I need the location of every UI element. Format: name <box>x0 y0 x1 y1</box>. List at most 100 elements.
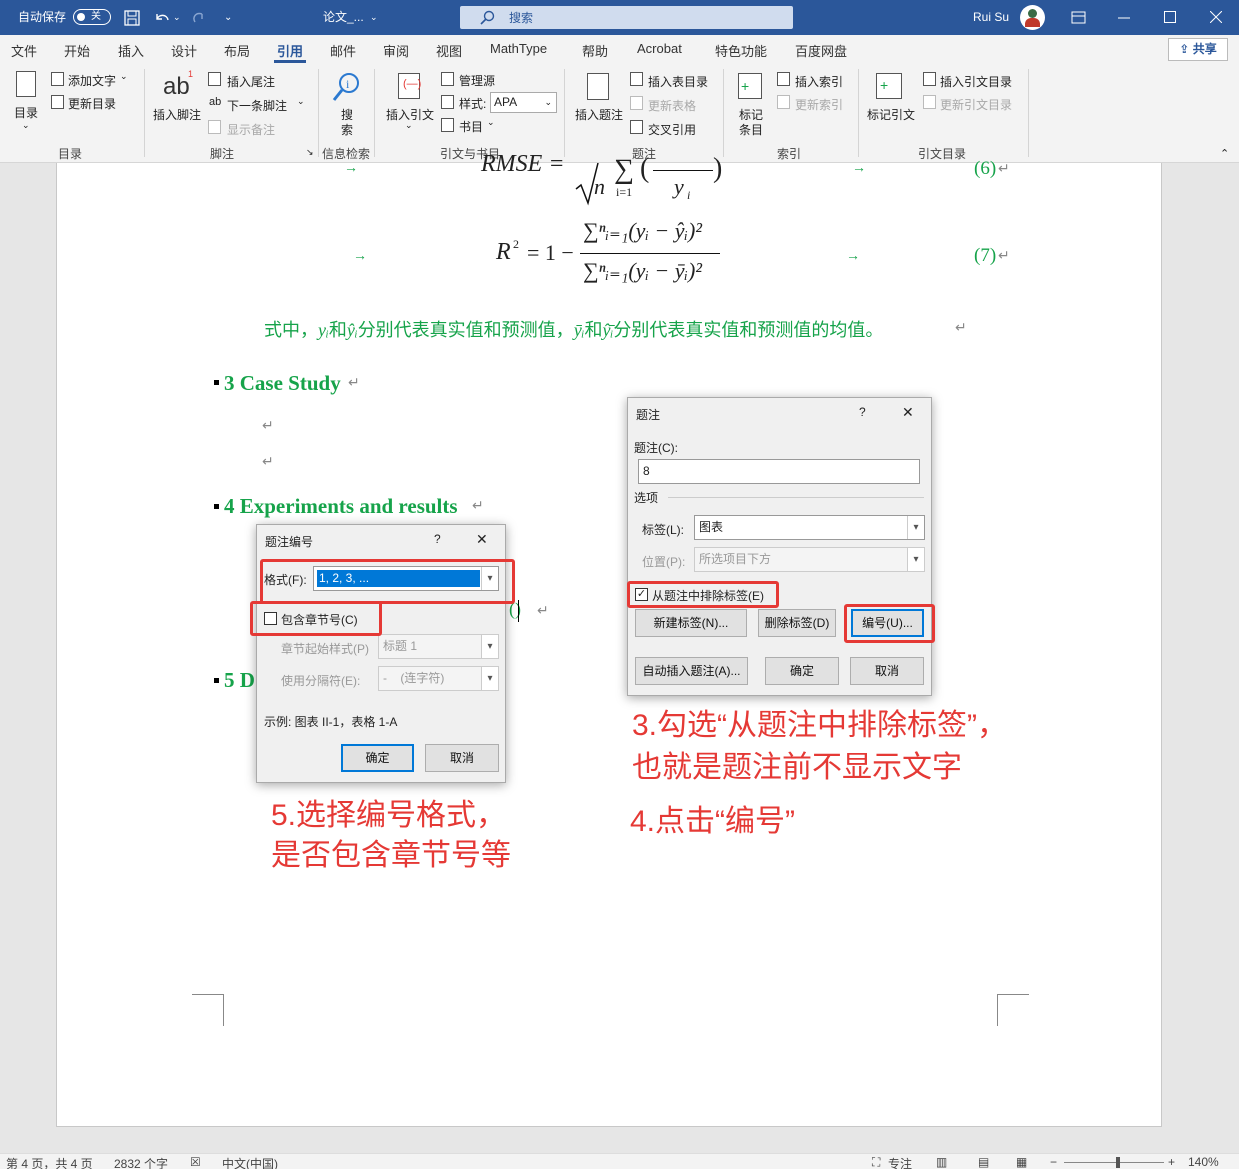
redo-icon[interactable] <box>190 10 206 26</box>
footnote-launcher-icon[interactable]: ↘ <box>306 147 314 158</box>
update-toc-button[interactable]: 更新目录 <box>68 95 116 112</box>
toc-button[interactable]: 目录 ⌄ <box>10 71 42 137</box>
tab-references[interactable]: 引用 <box>277 41 303 60</box>
tab-insert[interactable]: 插入 <box>118 41 144 60</box>
bibliography-button[interactable]: 书目 <box>459 118 483 135</box>
ribbon-display-icon[interactable] <box>1071 11 1086 24</box>
focus-icon[interactable]: ⛶ <box>872 1155 880 1169</box>
title-dropdown-icon[interactable]: ⌄ <box>370 0 378 35</box>
tab-file[interactable]: 文件 <box>11 41 37 60</box>
search-button-line2[interactable]: 索 <box>341 121 353 138</box>
insert-toa-button[interactable]: 插入引文目录 <box>940 73 1012 90</box>
add-text-button[interactable]: 添加文字 <box>68 72 116 89</box>
next-footnote-dropdown-icon[interactable]: ⌄ <box>297 96 305 107</box>
tab-design[interactable]: 设计 <box>171 41 197 60</box>
language-indicator[interactable]: 中文(中国) <box>222 1155 278 1169</box>
insert-index-button[interactable]: 插入索引 <box>795 73 843 90</box>
close-icon[interactable] <box>1210 11 1222 23</box>
tab-baidu-netdisk[interactable]: 百度网盘 <box>795 41 847 60</box>
share-button[interactable]: ⇪ 共享 <box>1168 38 1228 61</box>
undo-icon[interactable] <box>153 10 171 26</box>
close-icon[interactable]: ✕ <box>902 404 914 421</box>
para-symbol: ŷ̄ᵢ <box>602 320 614 340</box>
tab-acrobat[interactable]: Acrobat <box>637 41 682 56</box>
close-icon[interactable]: ✕ <box>476 531 488 548</box>
tab-view[interactable]: 视图 <box>436 41 462 60</box>
customize-qat-icon[interactable]: ⌄ <box>224 0 232 35</box>
cross-reference-button[interactable]: 交叉引用 <box>648 121 696 138</box>
position-value: 所选项目下方 <box>699 552 772 566</box>
show-notes-icon <box>208 120 221 134</box>
focus-mode-button[interactable]: 专注 <box>888 1155 912 1169</box>
undo-dropdown-icon[interactable]: ⌄ <box>173 0 181 35</box>
document-page[interactable]: → RMSE = n ∑ i=1 ( y i ) → (6) ↵ → R 2 =… <box>56 151 1162 1127</box>
manage-sources-icon <box>441 72 454 86</box>
caption-input[interactable]: 8 <box>638 459 920 484</box>
new-label-button[interactable]: 新建标签(N)... <box>635 609 747 637</box>
insert-caption-button[interactable]: 插入题注 <box>575 106 623 123</box>
print-layout-icon[interactable]: ▤ <box>978 1155 989 1169</box>
help-icon[interactable]: ? <box>434 532 441 546</box>
collapse-ribbon-icon[interactable]: ⌃ <box>1220 147 1229 160</box>
proofing-icon[interactable]: ☒ <box>190 1155 201 1169</box>
search-box[interactable]: 搜索 <box>460 6 793 29</box>
tab-arrow: → <box>344 159 358 175</box>
tab-mathtype[interactable]: MathType <box>490 41 547 56</box>
citation-style-select[interactable]: APA ⌄ <box>490 92 557 113</box>
update-table-button[interactable]: 更新表格 <box>648 97 696 114</box>
minimize-icon[interactable] <box>1118 17 1130 19</box>
mark-entry-button-line2[interactable]: 条目 <box>739 121 763 138</box>
page-count[interactable]: 第 4 页，共 4 页 <box>6 1155 93 1169</box>
cancel-button[interactable]: 取消 <box>425 744 499 772</box>
mark-citation-button[interactable]: 标记引文 <box>867 106 915 123</box>
tab-mailings[interactable]: 邮件 <box>330 41 356 60</box>
zoom-level[interactable]: 140% <box>1188 1155 1219 1169</box>
add-text-dropdown-icon[interactable]: ⌄ <box>120 71 128 82</box>
avatar[interactable] <box>1020 5 1045 30</box>
zoom-slider[interactable] <box>1064 1162 1164 1163</box>
manage-sources-button[interactable]: 管理源 <box>459 72 495 89</box>
read-mode-icon[interactable]: ▥ <box>936 1155 947 1169</box>
autosave-toggle[interactable]: 关 <box>73 9 111 25</box>
chapter-style-select[interactable]: 标题 1 ▾ <box>378 634 499 659</box>
caption-label: 题注(C): <box>634 441 678 455</box>
next-footnote-button[interactable]: 下一条脚注 <box>227 97 287 114</box>
tab-home[interactable]: 开始 <box>64 41 90 60</box>
help-icon[interactable]: ? <box>859 405 866 419</box>
separator-select[interactable]: - (连字符) ▾ <box>378 666 499 691</box>
bibliography-dropdown-icon[interactable]: ⌄ <box>487 117 495 128</box>
ok-button[interactable]: 确定 <box>341 744 414 772</box>
save-icon[interactable] <box>124 10 140 26</box>
insert-endnote-button[interactable]: 插入尾注 <box>227 73 275 90</box>
zoom-slider-handle[interactable] <box>1116 1157 1120 1168</box>
insert-footnote-button[interactable]: 插入脚注 <box>153 106 201 123</box>
ok-button[interactable]: 确定 <box>765 657 839 685</box>
highlight-format-box <box>260 559 515 604</box>
chevron-down-icon: ▾ <box>907 516 924 539</box>
insert-tof-button[interactable]: 插入表目录 <box>648 73 708 90</box>
insert-citation-dropdown-icon[interactable]: ⌄ <box>405 120 413 131</box>
tab-help[interactable]: 帮助 <box>582 41 608 60</box>
autoinsert-caption-button[interactable]: 自动插入题注(A)... <box>635 657 748 685</box>
document-area: → RMSE = n ∑ i=1 ( y i ) → (6) ↵ → R 2 =… <box>0 151 1239 1153</box>
web-layout-icon[interactable]: ▦ <box>1016 1155 1027 1169</box>
tab-features[interactable]: 特色功能 <box>715 41 767 60</box>
style-dropdown-icon: ⌄ <box>544 97 552 107</box>
user-name: Rui Su <box>973 10 1010 24</box>
eq7-rest: = 1 − <box>527 240 574 265</box>
update-toa-button[interactable]: 更新引文目录 <box>940 96 1012 113</box>
position-select[interactable]: 所选项目下方 ▾ <box>694 547 925 572</box>
tab-review[interactable]: 审阅 <box>383 41 409 60</box>
delete-label-button[interactable]: 删除标签(D) <box>758 609 836 637</box>
zoom-out-icon[interactable]: − <box>1050 1155 1057 1169</box>
divider <box>723 69 724 157</box>
para-text: 分别代表真实值和预测值， <box>357 320 574 340</box>
word-count[interactable]: 2832 个字 <box>114 1155 168 1169</box>
update-index-button[interactable]: 更新索引 <box>795 96 843 113</box>
maximize-icon[interactable] <box>1164 11 1176 23</box>
cancel-button[interactable]: 取消 <box>850 657 924 685</box>
tab-layout[interactable]: 布局 <box>224 41 250 60</box>
label-select[interactable]: 图表 ▾ <box>694 515 925 540</box>
show-notes-button[interactable]: 显示备注 <box>227 121 275 138</box>
zoom-in-icon[interactable]: + <box>1168 1155 1175 1169</box>
